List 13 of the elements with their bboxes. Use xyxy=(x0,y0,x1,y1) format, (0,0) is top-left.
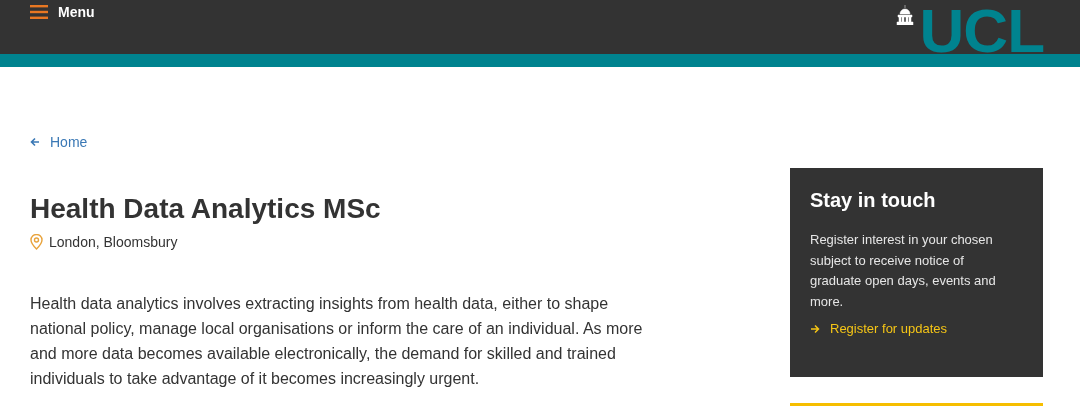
menu-button[interactable]: Menu xyxy=(30,0,95,24)
card-text: Register interest in your chosen subject to receive notice of graduate open days, events and more. xyxy=(810,231,997,311)
arrow-right-icon xyxy=(810,323,820,334)
location-pin-icon xyxy=(30,234,43,250)
menu-icon xyxy=(30,5,48,19)
card-title: Stay in touch xyxy=(810,188,937,212)
page-title: Health Data Analytics MSc xyxy=(30,192,382,226)
arrow-left-icon xyxy=(30,137,40,147)
home-link[interactable]: Home xyxy=(30,131,88,153)
register-link[interactable]: Register for updates xyxy=(810,321,948,336)
intro-paragraph: Health data analytics involves extracting insights from health data, either to shape national policy, manage local organisations or inform the care of an individual. As more and more data becomes available electronically, the demand for skilled and trained individuals to take advantage of it becomes increasingly urgent. xyxy=(30,294,644,389)
dome-icon xyxy=(895,5,914,25)
location-text: London, Bloomsbury xyxy=(49,234,178,250)
